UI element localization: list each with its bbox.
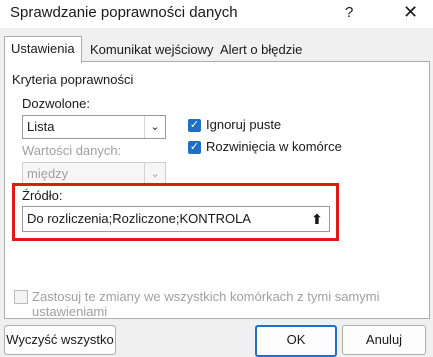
in-cell-dropdown-checkbox[interactable]: ✓ — [188, 141, 201, 154]
clear-all-button[interactable]: Wyczyść wszystko — [4, 325, 116, 355]
tab-input-message[interactable]: Komunikat wejściowy — [84, 39, 220, 61]
ignore-blank-label: Ignoruj puste — [206, 117, 282, 132]
chevron-down-icon: ⌄ — [144, 163, 165, 185]
ok-button[interactable]: OK — [255, 325, 337, 357]
collapse-dialog-icon[interactable]: ⬆ — [306, 208, 328, 230]
ignore-blank-checkbox[interactable]: ✓ — [188, 119, 201, 132]
apply-all-label: Zastosuj te zmiany we wszystkich komórka… — [32, 289, 380, 319]
criteria-group-label: Kryteria poprawności — [12, 72, 134, 87]
in-cell-dropdown-label: Rozwinięcia w komórce — [206, 139, 342, 154]
source-input[interactable]: Do rozliczenia;Rozliczone;KONTROLA ⬆ — [22, 206, 330, 232]
dialog-title: Sprawdzanie poprawności danych — [10, 4, 238, 21]
help-icon[interactable]: ? — [345, 4, 353, 21]
close-icon[interactable]: ✕ — [403, 2, 418, 23]
data-label: Wartości danych: — [22, 143, 122, 158]
source-value: Do rozliczenia;Rozliczone;KONTROLA — [27, 211, 251, 226]
tab-settings[interactable]: Ustawienia — [4, 36, 82, 63]
data-value: między — [27, 166, 69, 181]
source-label: Źródło: — [22, 188, 63, 203]
cancel-button[interactable]: Anuluj — [342, 325, 426, 355]
allowed-label: Dozwolone: — [22, 96, 90, 111]
allowed-combobox[interactable]: Lista ⌄ — [22, 115, 166, 139]
tab-error-alert[interactable]: Alert o błędzie — [214, 39, 308, 61]
allowed-value: Lista — [27, 119, 55, 134]
apply-all-checkbox — [14, 290, 28, 304]
chevron-down-icon[interactable]: ⌄ — [144, 116, 165, 138]
